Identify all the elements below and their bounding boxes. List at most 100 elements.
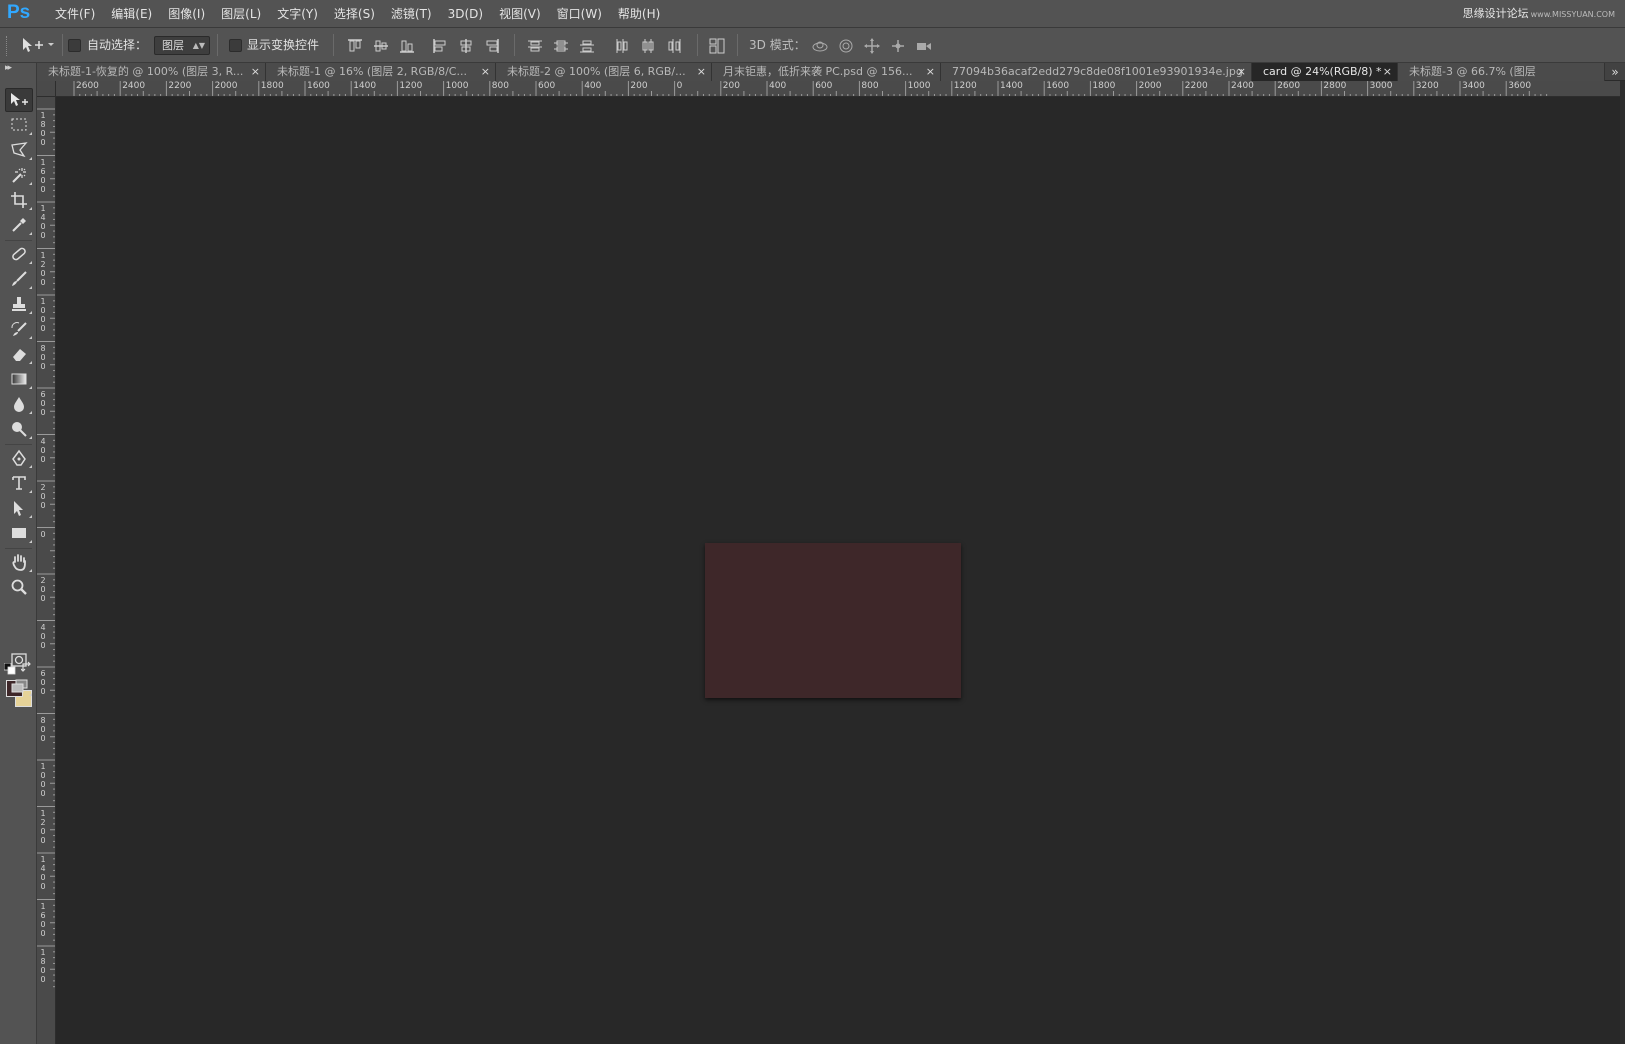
3d-scale-icon[interactable] [914, 36, 934, 56]
ruler-origin[interactable] [37, 81, 56, 97]
menu-3d[interactable]: 3D(D) [440, 0, 491, 28]
document-tab-active[interactable]: card @ 24%(RGB/8) * × [1252, 63, 1398, 81]
document-tab[interactable]: 77094b36acaf2edd279c8de08f1001e93901934e… [941, 63, 1252, 81]
menu-layer[interactable]: 图层(L) [213, 0, 269, 28]
tab-overflow-icon[interactable]: » [1607, 63, 1623, 81]
screen-mode[interactable] [5, 674, 33, 698]
gradient-tool[interactable] [5, 367, 33, 391]
horizontal-ruler[interactable]: 2600 2400 2200 2000 1800 1600 1400 1200 1000 800 6… [56, 81, 1620, 97]
vertical-ruler-label: 1000 [40, 297, 46, 333]
tab-close-icon[interactable]: × [481, 63, 490, 81]
tool-preset-picker[interactable] [20, 35, 60, 55]
tool-flyout-indicator [29, 490, 32, 493]
show-transform-checkbox[interactable] [229, 39, 242, 52]
blur-tool[interactable] [5, 392, 33, 416]
menu-view[interactable]: 视图(V) [491, 0, 549, 28]
document-tab[interactable]: 未标题-2 @ 100% (图层 6, RGB/... × [496, 63, 712, 81]
auto-select-target-dropdown[interactable]: 图层 ▲▼ [154, 36, 210, 55]
options-separator [514, 34, 515, 56]
options-grip[interactable] [6, 36, 10, 56]
eraser-tool[interactable] [5, 342, 33, 366]
tab-close-icon[interactable]: × [1383, 63, 1392, 81]
distribute-vertical-center-icon[interactable] [551, 36, 571, 56]
quick-mask-mode[interactable] [5, 648, 33, 672]
canvas-pasteboard[interactable] [56, 97, 1620, 1044]
crop-icon [11, 192, 27, 208]
path-selection-tool[interactable] [5, 496, 33, 520]
document-tab-label: 未标题-1-恢复的 @ 100% (图层 3, R... [48, 65, 244, 78]
menu-file[interactable]: 文件(F) [47, 0, 103, 28]
vertical-ruler-label: 1400 [40, 204, 46, 240]
distribute-horizontal-center-icon[interactable] [638, 36, 658, 56]
horizontal-ruler-label: 400 [769, 81, 787, 91]
auto-align-layers-icon[interactable] [707, 36, 727, 56]
menu-filter[interactable]: 滤镜(T) [383, 0, 440, 28]
align-left-icon[interactable] [430, 36, 450, 56]
brush-tool[interactable] [5, 267, 33, 291]
align-top-icon[interactable] [345, 36, 365, 56]
3d-mode-label: 3D 模式： [749, 38, 806, 52]
menu-items: 文件(F) 编辑(E) 图像(I) 图层(L) 文字(Y) 选择(S) 滤镜(T… [47, 0, 668, 28]
document-canvas[interactable] [705, 543, 961, 698]
distribute-bottom-icon[interactable] [577, 36, 597, 56]
eraser-icon [13, 349, 26, 361]
clone-stamp-tool[interactable] [5, 292, 33, 316]
horizontal-ruler-label: 1400 [1000, 81, 1023, 91]
tab-close-icon[interactable]: × [926, 63, 935, 81]
document-tab[interactable]: 未标题-3 @ 66.7% (图层 [1398, 63, 1605, 81]
distribute-left-icon[interactable] [612, 36, 632, 56]
tab-close-icon[interactable]: × [1237, 63, 1246, 81]
pen-tool[interactable] [5, 446, 33, 470]
collapse-panel-icon[interactable]: ▸▸ [5, 63, 25, 73]
eyedropper-tool[interactable] [5, 213, 33, 237]
auto-select-checkbox[interactable] [68, 39, 81, 52]
document-tab[interactable]: 未标题-1-恢复的 @ 100% (图层 3, R... × [37, 63, 266, 81]
dodge-tool[interactable] [5, 417, 33, 441]
menu-type[interactable]: 文字(Y) [269, 0, 326, 28]
document-tab[interactable]: 未标题-1 @ 16% (图层 2, RGB/8/C... × [266, 63, 496, 81]
vertical-ruler[interactable]: 1800 1600 1400 1200 1000 800 600 400 200 0 200 400 6… [37, 97, 56, 1044]
menu-edit[interactable]: 编辑(E) [103, 0, 160, 28]
distribute-right-icon[interactable] [664, 36, 684, 56]
tab-close-icon[interactable]: × [251, 63, 260, 81]
menu-help[interactable]: 帮助(H) [610, 0, 668, 28]
tool-flyout-indicator [29, 261, 32, 264]
3d-pan-icon[interactable] [862, 36, 882, 56]
tool-flyout-indicator [29, 132, 32, 135]
document-tab[interactable]: 月末钜惠，低折来袭 PC.psd @ 156... × [712, 63, 941, 81]
pen-icon [12, 449, 26, 466]
crop-tool[interactable] [5, 188, 33, 212]
hand-tool[interactable] [5, 550, 33, 574]
align-right-icon[interactable] [482, 36, 502, 56]
menu-image[interactable]: 图像(I) [160, 0, 213, 28]
3d-slide-icon[interactable] [888, 36, 908, 56]
vertical-ruler-label: 400 [40, 622, 46, 650]
move-tool[interactable] [5, 88, 33, 112]
rectangle-tool[interactable] [5, 521, 33, 545]
align-horizontal-center-icon[interactable] [456, 36, 476, 56]
align-bottom-icon[interactable] [397, 36, 417, 56]
eyedropper-icon [12, 218, 26, 232]
distribute-top-icon[interactable] [525, 36, 545, 56]
dodge-icon [12, 422, 27, 437]
3d-roll-icon[interactable] [836, 36, 856, 56]
vertical-ruler-label: 800 [40, 343, 46, 371]
type-tool[interactable] [5, 471, 33, 495]
tab-close-icon[interactable]: × [697, 63, 706, 81]
vertical-ruler-label: 600 [40, 390, 46, 417]
vertical-scrollbar[interactable] [1620, 81, 1625, 1044]
align-vertical-center-icon[interactable] [371, 36, 391, 56]
tool-flyout-indicator [29, 465, 32, 468]
tool-flyout-indicator [29, 515, 32, 518]
history-brush-tool[interactable] [5, 317, 33, 341]
horizontal-ruler-label: 1800 [1092, 81, 1116, 91]
lasso-tool[interactable] [5, 138, 33, 162]
magic-wand-tool[interactable] [5, 163, 33, 187]
vertical-ruler-label: 1800 [40, 111, 46, 147]
marquee-tool[interactable] [5, 113, 33, 137]
healing-brush-tool[interactable] [5, 242, 33, 266]
menu-window[interactable]: 窗口(W) [549, 0, 610, 28]
3d-orbit-icon[interactable] [810, 36, 830, 56]
menu-select[interactable]: 选择(S) [326, 0, 383, 28]
zoom-tool[interactable] [5, 575, 33, 599]
